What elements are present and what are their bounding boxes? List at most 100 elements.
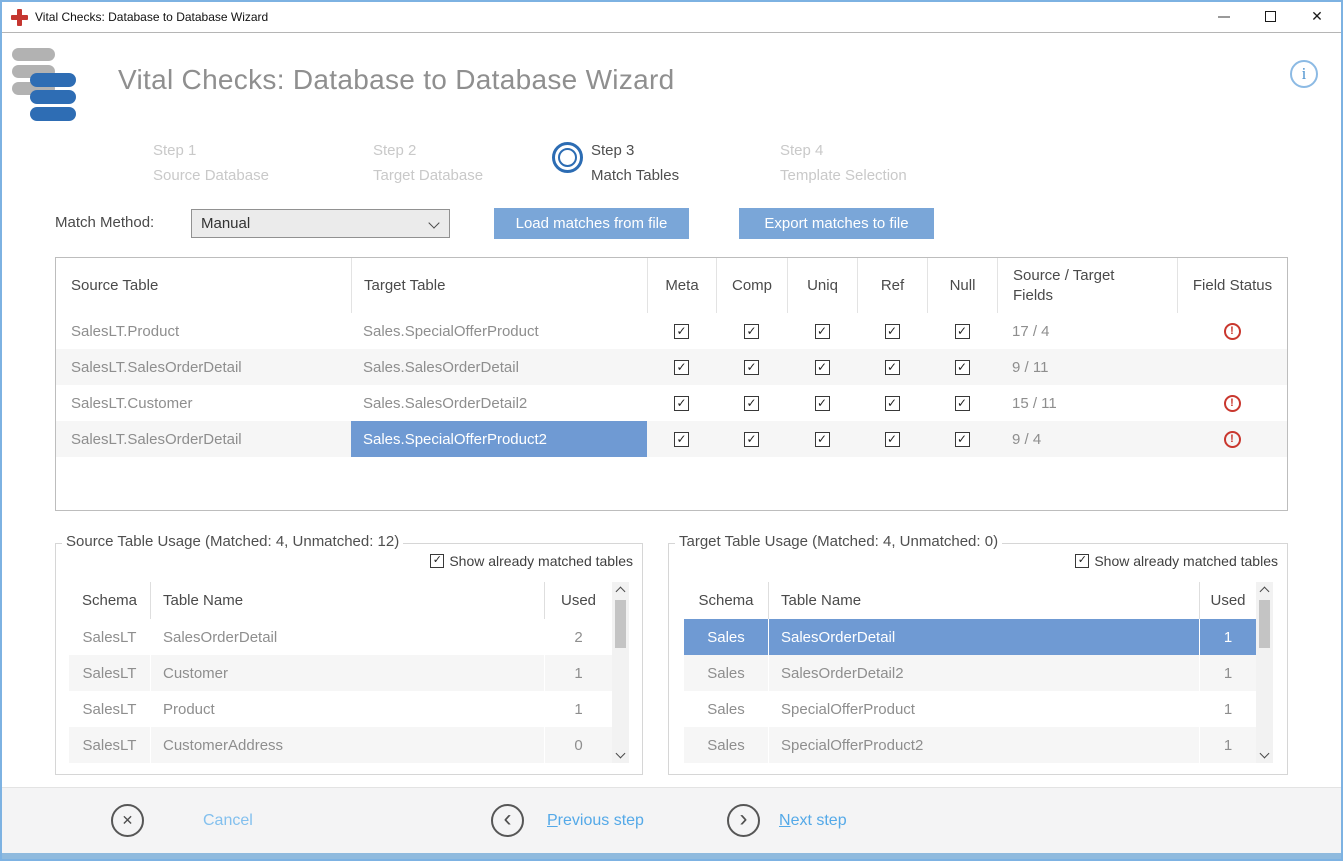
null-checkbox-cell [927,313,997,349]
target-show-matched-checkbox[interactable] [1075,554,1089,568]
uniq-checkbox[interactable] [815,360,830,375]
export-matches-button[interactable]: Export matches to file [739,208,934,239]
comp-checkbox[interactable] [744,324,759,339]
match-table-row[interactable]: SalesLT.SalesOrderDetailSales.SalesOrder… [56,349,1287,385]
meta-checkbox[interactable] [674,396,689,411]
target-table-cell[interactable]: Sales.SalesOrderDetail [351,349,647,385]
titlebar: Vital Checks: Database to Database Wizar… [2,2,1341,33]
scroll-up-icon[interactable] [1260,587,1270,597]
null-checkbox[interactable] [955,360,970,375]
comp-checkbox[interactable] [744,396,759,411]
info-icon[interactable]: i [1290,60,1318,88]
usage-table-row[interactable]: SalesLTProduct1 [69,691,629,727]
source-usage-title: Source Table Usage (Matched: 4, Unmatche… [62,533,403,550]
ref-checkbox[interactable] [885,360,900,375]
null-checkbox-cell [927,385,997,421]
step-4-sublabel: Template Selection [780,163,907,188]
match-table-row[interactable]: SalesLT.SalesOrderDetailSales.SpecialOff… [56,421,1287,457]
usage-table-row[interactable]: SalesSpecialOfferProduct21 [684,727,1273,763]
uniq-checkbox[interactable] [815,396,830,411]
meta-checkbox[interactable] [674,324,689,339]
schema-cell: Sales [684,691,768,727]
usage-table-row[interactable]: SalesSpecialOfferProduct1 [684,691,1273,727]
warning-icon: ! [1224,395,1241,412]
scrollbar-thumb[interactable] [1259,600,1270,648]
usage-table-row[interactable]: SalesSalesOrderDetail21 [684,655,1273,691]
source-scrollbar[interactable] [612,582,629,763]
load-matches-button[interactable]: Load matches from file [494,208,689,239]
source-show-matched-toggle[interactable]: Show already matched tables [430,553,633,569]
comp-checkbox[interactable] [744,432,759,447]
step-3-label: Step 3 [591,138,679,163]
meta-checkbox[interactable] [674,432,689,447]
used-cell: 1 [544,655,612,691]
fields-cell: 9 / 11 [997,349,1177,385]
cancel-button[interactable]: Cancel [203,804,253,837]
scroll-up-icon[interactable] [616,587,626,597]
target-table-cell[interactable]: Sales.SpecialOfferProduct [351,313,647,349]
step-1: Step 1 Source Database [153,138,269,188]
ref-checkbox[interactable] [885,324,900,339]
null-checkbox[interactable] [955,432,970,447]
ref-checkbox-cell [857,349,927,385]
col-used: Used [544,582,612,619]
cancel-icon[interactable]: ✕ [111,804,144,837]
table-name-cell: Product [150,691,544,727]
match-method-select[interactable]: Manual [191,209,450,238]
ref-checkbox[interactable] [885,432,900,447]
field-status-cell: ! [1177,385,1287,421]
col-source-table: Source Table [56,258,351,313]
field-status-cell: ! [1177,421,1287,457]
col-field-status: Field Status [1177,258,1287,313]
uniq-checkbox[interactable] [815,432,830,447]
target-scrollbar[interactable] [1256,582,1273,763]
ref-checkbox-cell [857,421,927,457]
source-table-cell: SalesLT.Customer [56,385,351,421]
app-window: Vital Checks: Database to Database Wizar… [0,0,1343,861]
uniq-checkbox[interactable] [815,324,830,339]
meta-checkbox-cell [647,349,716,385]
maximize-button[interactable] [1247,2,1293,31]
match-table-row[interactable]: SalesLT.CustomerSales.SalesOrderDetail21… [56,385,1287,421]
usage-table-row[interactable]: SalesLTSalesOrderDetail2 [69,619,629,655]
close-button[interactable]: ✕ [1293,2,1341,31]
target-table-cell[interactable]: Sales.SpecialOfferProduct2 [351,421,647,457]
comp-checkbox[interactable] [744,360,759,375]
col-meta: Meta [647,258,716,313]
null-checkbox[interactable] [955,396,970,411]
next-step-button[interactable]: Next step [779,804,847,837]
used-cell: 0 [544,727,612,763]
step-4-label: Step 4 [780,138,907,163]
usage-table-row[interactable]: SalesSalesOrderDetail1 [684,619,1273,655]
meta-checkbox-cell [647,385,716,421]
usage-table-row[interactable]: SalesLTCustomerAddress0 [69,727,629,763]
warning-icon: ! [1224,431,1241,448]
target-usage-title: Target Table Usage (Matched: 4, Unmatche… [675,533,1002,550]
target-table-cell[interactable]: Sales.SalesOrderDetail2 [351,385,647,421]
scrollbar-thumb[interactable] [615,600,626,648]
next-icon[interactable]: › [727,804,760,837]
step-1-label: Step 1 [153,138,269,163]
col-fields: Source / Target Fields [997,258,1177,313]
meta-checkbox[interactable] [674,360,689,375]
col-uniq: Uniq [787,258,857,313]
fields-cell: 17 / 4 [997,313,1177,349]
col-comp: Comp [716,258,787,313]
null-checkbox[interactable] [955,324,970,339]
field-status-cell: ! [1177,313,1287,349]
target-show-matched-toggle[interactable]: Show already matched tables [1075,553,1278,569]
scroll-down-icon[interactable] [1260,749,1270,759]
match-table-header: Source Table Target Table Meta Comp Uniq… [56,258,1287,313]
scroll-down-icon[interactable] [616,749,626,759]
target-show-matched-label: Show already matched tables [1094,553,1278,569]
minimize-button[interactable] [1201,2,1247,31]
previous-icon[interactable]: ‹ [491,804,524,837]
source-show-matched-checkbox[interactable] [430,554,444,568]
ref-checkbox[interactable] [885,396,900,411]
step-2: Step 2 Target Database [373,138,483,188]
window-title: Vital Checks: Database to Database Wizar… [35,2,268,32]
usage-table-row[interactable]: SalesLTCustomer1 [69,655,629,691]
page-title: Vital Checks: Database to Database Wizar… [118,64,675,96]
match-table-row[interactable]: SalesLT.ProductSales.SpecialOfferProduct… [56,313,1287,349]
previous-step-button[interactable]: Previous step [547,804,644,837]
